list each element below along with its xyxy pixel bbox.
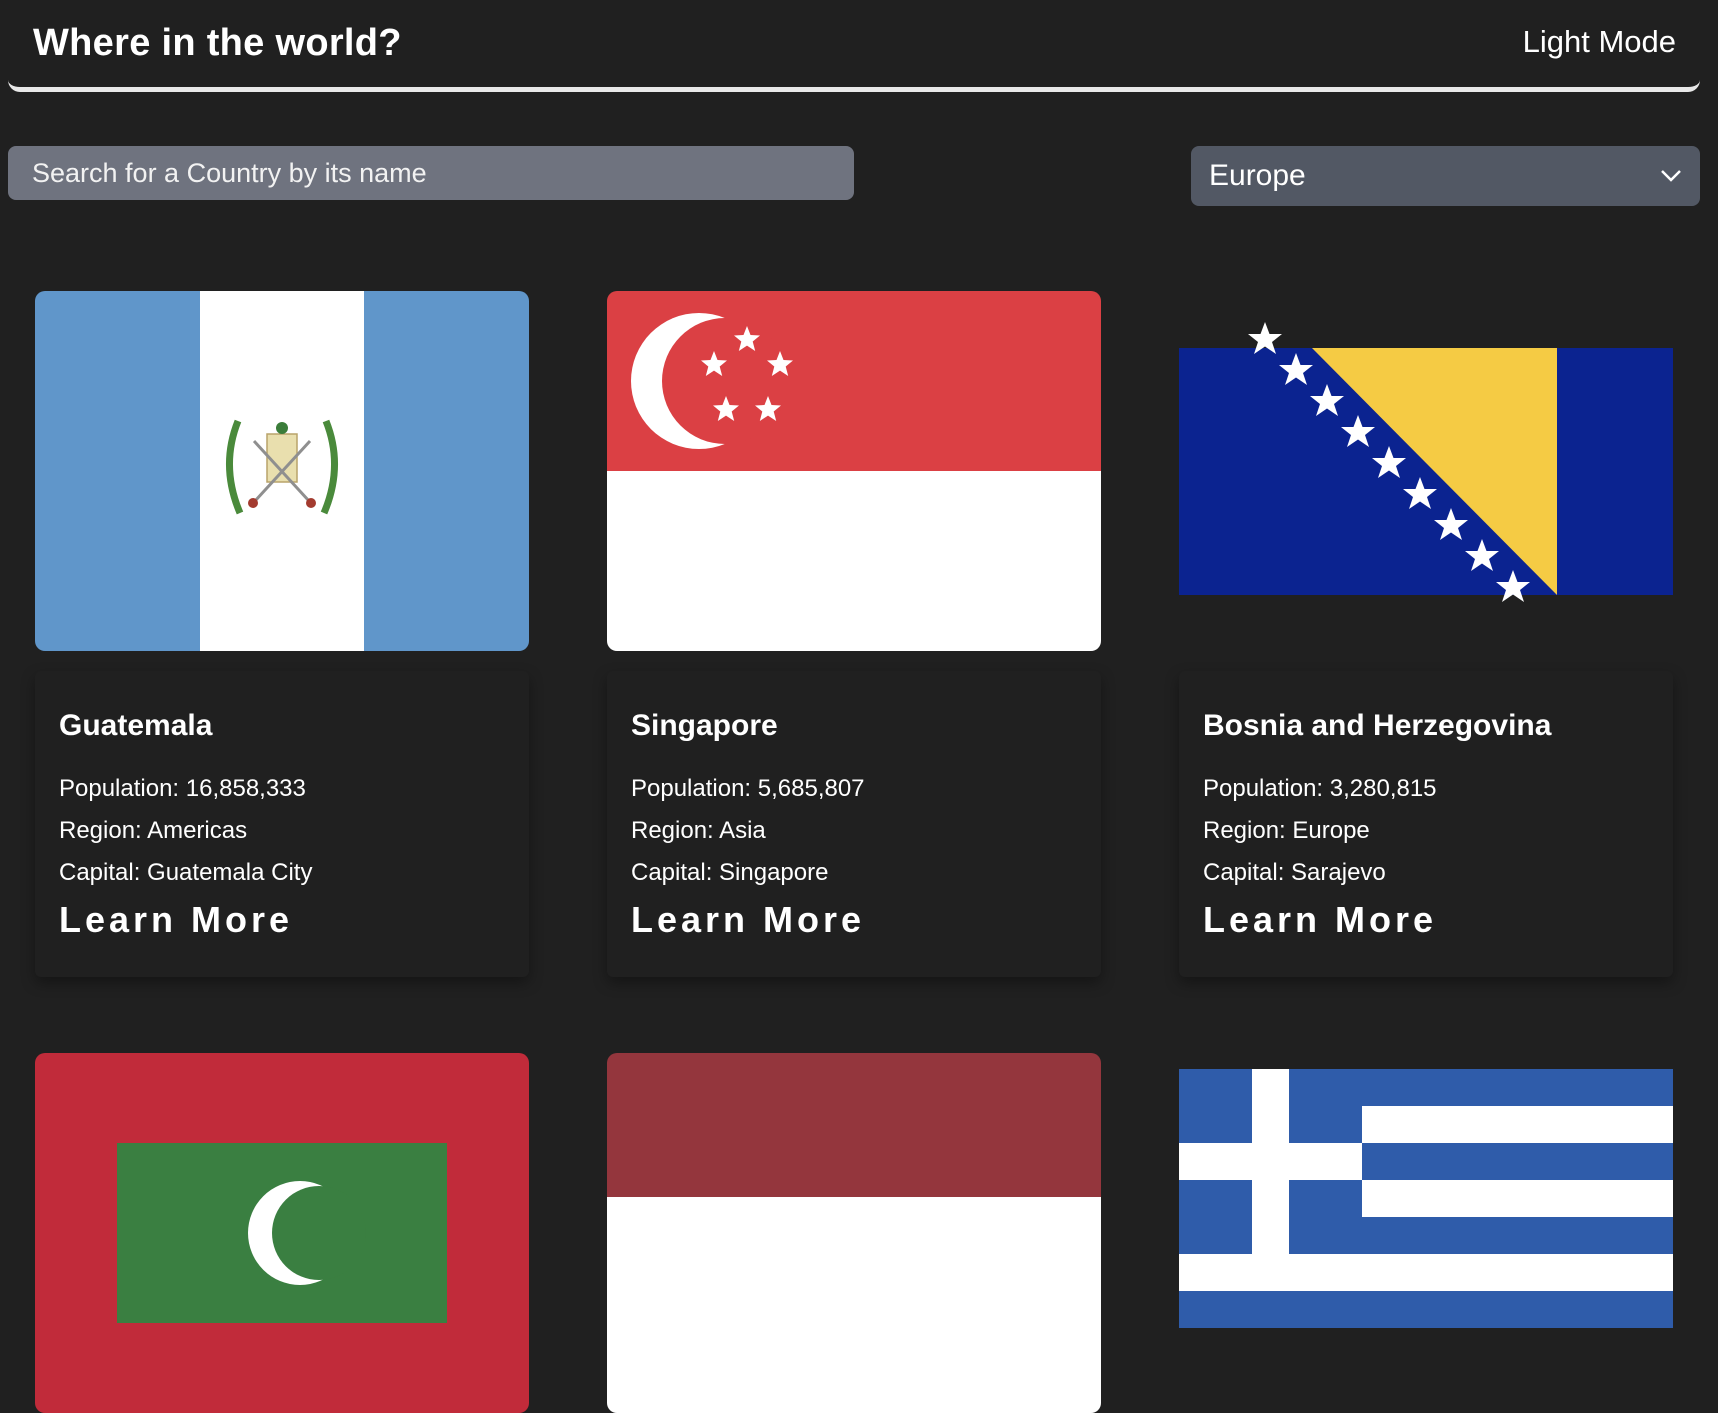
country-population: Population: 5,685,807 [631,775,865,802]
region-filter-select[interactable]: Europe [1191,146,1700,206]
learn-more-link[interactable]: Learn More [1203,899,1437,941]
country-population: Population: 3,280,815 [1203,775,1437,802]
light-mode-toggle[interactable]: Light Mode [1523,24,1676,60]
country-capital: Capital: Sarajevo [1203,859,1386,886]
flag-image [35,1053,529,1413]
flag-image [1179,1053,1673,1413]
country-info: Singapore Population: 5,685,807 Region: … [607,671,1101,977]
country-name: Singapore [631,709,778,742]
search-placeholder: Search for a Country by its name [32,157,427,188]
country-capital: Capital: Guatemala City [59,859,313,886]
indonesia-flag-icon [607,1053,1101,1413]
singapore-flag-icon [607,291,1101,651]
learn-more-link[interactable]: Learn More [59,899,293,941]
bosnia-flag-icon [1179,322,1673,602]
country-population: Population: 16,858,333 [59,775,306,802]
country-info: Bosnia and Herzegovina Population: 3,280… [1179,671,1673,977]
guatemala-flag-icon [35,291,529,651]
country-info: Guatemala Population: 16,858,333 Region:… [35,671,529,977]
country-capital: Capital: Singapore [631,859,829,886]
flag-image [607,1053,1101,1413]
country-name: Guatemala [59,709,213,742]
greece-flag-icon [1179,1069,1673,1328]
search-input[interactable]: Search for a Country by its name [8,146,854,200]
chevron-down-icon [1661,170,1681,182]
learn-more-link[interactable]: Learn More [631,899,865,941]
country-region: Region: Europe [1203,817,1370,844]
app-header: Where in the world? Light Mode [8,0,1700,92]
maldives-flag-icon [35,1053,529,1413]
flag-image [35,291,529,651]
country-region: Region: Asia [631,817,766,844]
country-region: Region: Americas [59,817,248,844]
flag-image [1179,291,1673,651]
app-title: Where in the world? [33,22,402,64]
country-name: Bosnia and Herzegovina [1203,709,1552,742]
region-filter-value: Europe [1209,159,1306,192]
flag-image [607,291,1101,651]
